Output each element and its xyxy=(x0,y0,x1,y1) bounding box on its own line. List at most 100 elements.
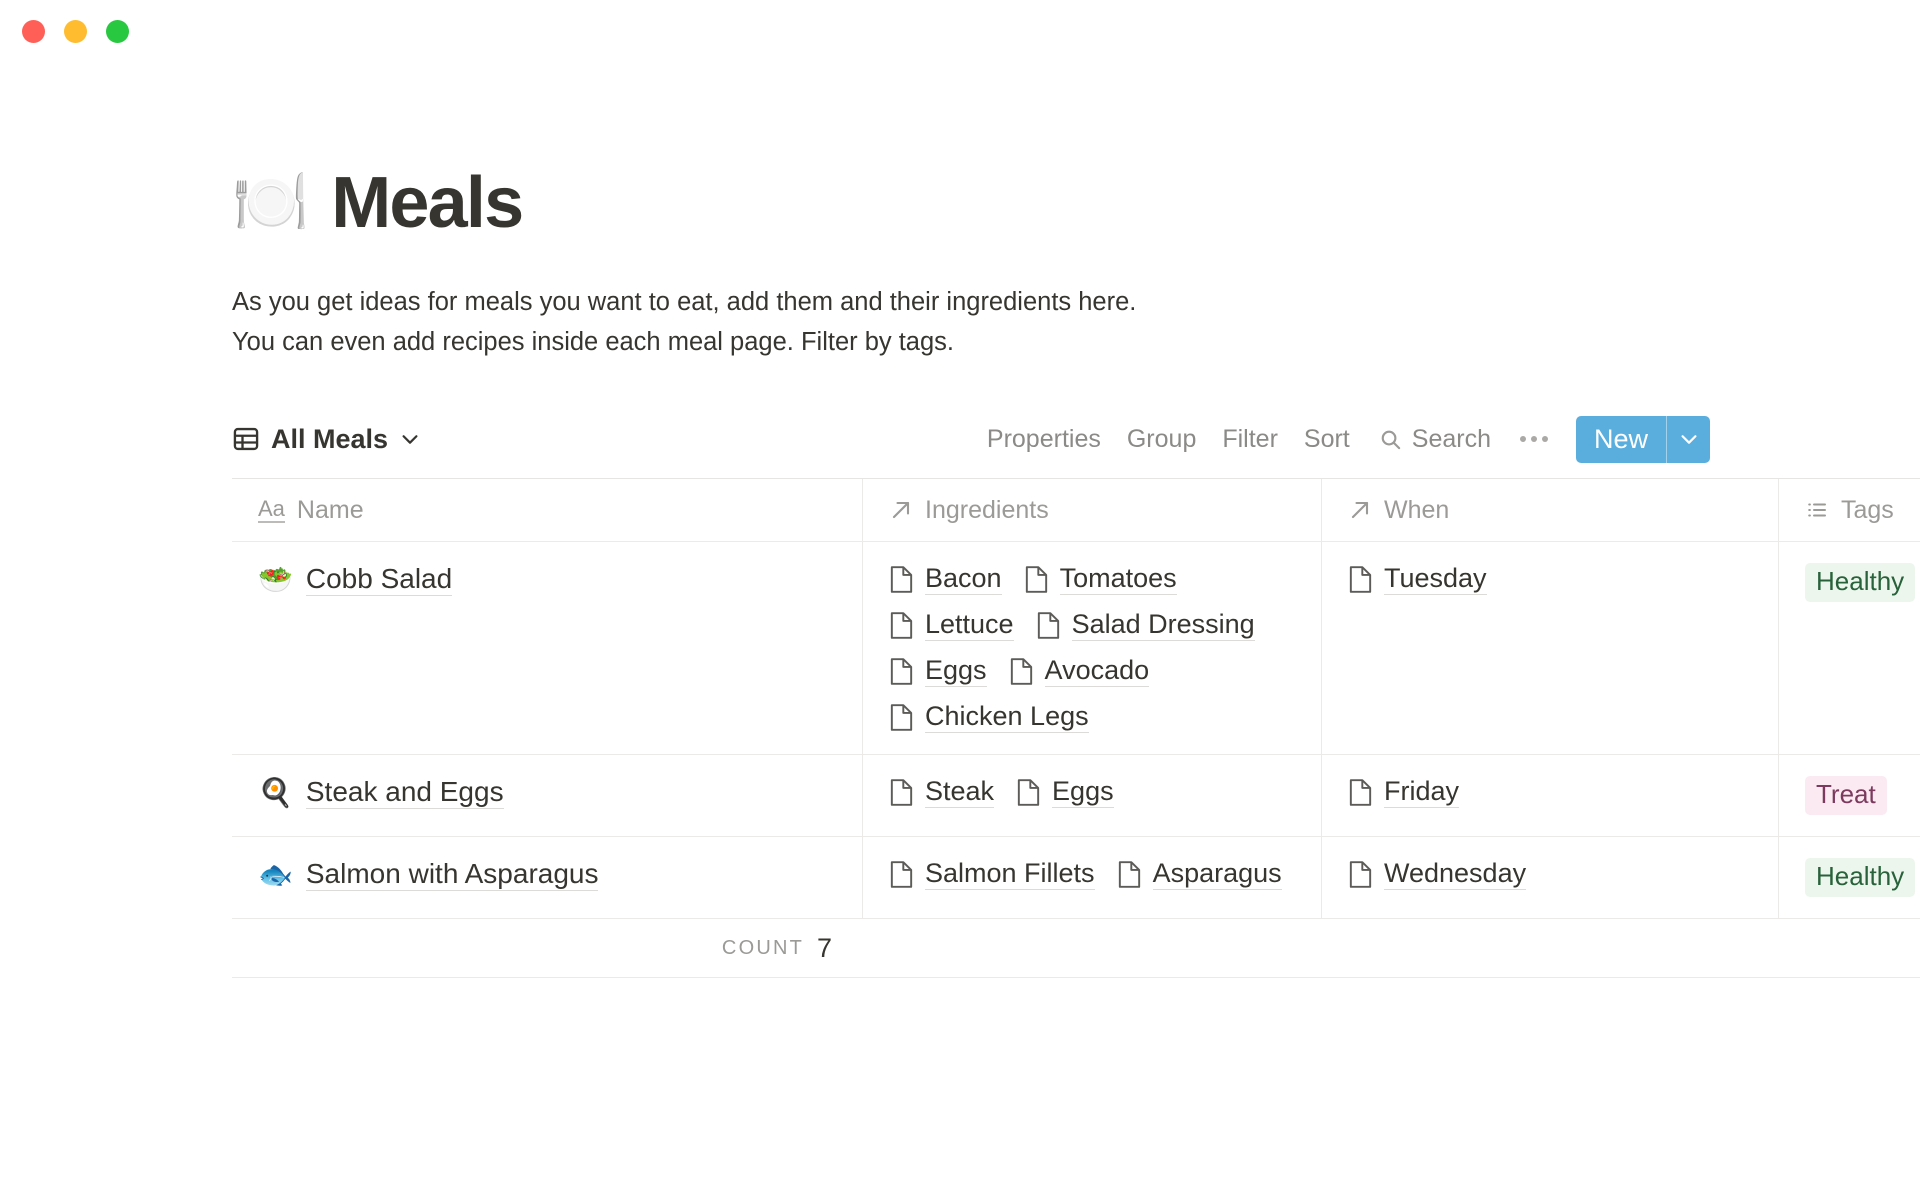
relation-item[interactable]: Chicken Legs xyxy=(889,701,1089,734)
column-header-name[interactable]: Aa Name xyxy=(232,479,863,542)
relation-item-label[interactable]: Eggs xyxy=(925,655,987,688)
meal-name-link[interactable]: Steak and Eggs xyxy=(305,776,504,810)
relation-item-label[interactable]: Asparagus xyxy=(1152,858,1282,891)
page-title: Meals xyxy=(331,163,524,243)
relation-arrow-icon xyxy=(1348,498,1372,522)
relation-item[interactable]: Lettuce xyxy=(889,609,1014,642)
page-icon xyxy=(889,611,914,640)
search-button[interactable]: Search xyxy=(1363,421,1504,458)
column-header-ingredients[interactable]: Ingredients xyxy=(863,479,1322,542)
relation-item[interactable]: Friday xyxy=(1348,776,1460,809)
title-aa-icon: Aa xyxy=(258,497,285,524)
database-toolbar: All Meals Properties Group Filter Sort S xyxy=(232,410,1920,468)
maximize-button[interactable] xyxy=(106,19,129,43)
cell-ingredients: Steak Eggs xyxy=(863,755,1322,837)
count-summary[interactable]: Count 7 xyxy=(232,919,1322,977)
relation-item-label[interactable]: Tomatoes xyxy=(1059,563,1177,596)
table-row[interactable]: 🍳 Steak and Eggs Steak Eggs Friday Treat xyxy=(232,755,1920,838)
search-label: Search xyxy=(1411,424,1491,453)
relation-item-label[interactable]: Tuesday xyxy=(1384,563,1487,596)
close-button[interactable] xyxy=(22,19,45,43)
page-description-line-1: As you get ideas for meals you want to e… xyxy=(232,288,1137,316)
relation-item[interactable]: Salmon Fillets xyxy=(889,858,1095,891)
row-emoji-icon: 🥗 xyxy=(258,563,293,595)
column-header-tags[interactable]: Tags xyxy=(1779,479,1920,541)
relation-item[interactable]: Asparagus xyxy=(1117,858,1282,891)
new-button-dropdown[interactable] xyxy=(1667,416,1710,463)
relation-item-label[interactable]: Bacon xyxy=(925,563,1002,596)
chevron-down-icon xyxy=(1678,428,1700,450)
relation-item-label[interactable]: Chicken Legs xyxy=(925,701,1089,734)
meal-name-link[interactable]: Cobb Salad xyxy=(305,563,453,597)
relation-item-label[interactable]: Steak xyxy=(925,776,995,809)
relation-item-label[interactable]: Avocado xyxy=(1044,655,1150,688)
relation-item[interactable]: Salad Dressing xyxy=(1036,609,1255,642)
filter-button[interactable]: Filter xyxy=(1209,421,1291,458)
new-button[interactable]: New xyxy=(1575,415,1710,463)
chevron-down-icon xyxy=(399,428,421,450)
toolbar-actions: Properties Group Filter Sort Search New xyxy=(974,415,1710,463)
page-icon xyxy=(889,860,914,889)
new-button-label: New xyxy=(1593,423,1648,454)
table-grid-icon xyxy=(232,425,260,453)
table-header-row: Aa Name Ingredients When Tags xyxy=(232,478,1920,543)
page-icon xyxy=(889,657,914,686)
column-header-label: Ingredients xyxy=(925,495,1049,524)
tag-badge[interactable]: Healthy xyxy=(1805,858,1916,898)
page-icon xyxy=(1348,778,1373,807)
page-description: As you get ideas for meals you want to e… xyxy=(232,283,1920,362)
page-icon xyxy=(1009,657,1034,686)
meal-name-link[interactable]: Salmon with Asparagus xyxy=(305,858,599,892)
tag-badge[interactable]: Treat xyxy=(1805,776,1887,816)
meals-table: Aa Name Ingredients When Tags 🥗 Cobb Sal… xyxy=(232,478,1920,979)
relation-item[interactable]: Eggs xyxy=(1016,776,1114,809)
cell-tags: Healthy xyxy=(1779,542,1920,754)
page-icon xyxy=(1016,778,1041,807)
column-header-when[interactable]: When xyxy=(1322,479,1779,542)
column-header-label: When xyxy=(1384,495,1450,524)
plate-fork-knife-icon[interactable]: 🍽️ xyxy=(232,172,309,234)
relation-item[interactable]: Tomatoes xyxy=(1024,563,1177,596)
relation-item-label[interactable]: Salad Dressing xyxy=(1071,609,1255,642)
table-body: 🥗 Cobb Salad Bacon Tomatoes Lettuce Salad Dre… xyxy=(232,542,1920,920)
relation-item[interactable]: Eggs xyxy=(889,655,987,688)
view-name: All Meals xyxy=(271,423,389,454)
page-icon xyxy=(889,703,914,732)
relation-arrow-icon xyxy=(889,498,913,522)
relation-item-label[interactable]: Friday xyxy=(1384,776,1460,809)
group-button[interactable]: Group xyxy=(1114,421,1209,458)
relation-item-label[interactable]: Wednesday xyxy=(1384,858,1527,891)
minimize-button[interactable] xyxy=(64,19,87,43)
column-header-label: Tags xyxy=(1841,495,1894,524)
search-icon xyxy=(1379,428,1402,451)
relation-item[interactable]: Steak xyxy=(889,776,995,809)
page-icon xyxy=(1024,565,1049,594)
table-row[interactable]: 🐟 Salmon with Asparagus Salmon Fillets Aspa… xyxy=(232,837,1920,920)
relation-item-label[interactable]: Eggs xyxy=(1052,776,1114,809)
cell-when: Tuesday xyxy=(1322,542,1779,755)
sort-button[interactable]: Sort xyxy=(1291,421,1363,458)
view-selector[interactable]: All Meals xyxy=(232,424,421,455)
relation-item[interactable]: Bacon xyxy=(889,563,1002,596)
column-header-label: Name xyxy=(296,495,364,524)
page-content: 🍽️ Meals As you get ideas for meals you … xyxy=(0,163,1920,979)
relation-item-label[interactable]: Lettuce xyxy=(925,609,1014,642)
cell-when: Wednesday xyxy=(1322,837,1779,919)
cell-tags: Treat xyxy=(1779,755,1920,836)
cell-ingredients: Bacon Tomatoes Lettuce Salad Dressing Eggs Av… xyxy=(863,542,1322,755)
cell-ingredients: Salmon Fillets Asparagus xyxy=(863,837,1322,919)
window-controls xyxy=(22,19,129,43)
cell-name: 🍳 Steak and Eggs xyxy=(232,755,863,837)
page-icon xyxy=(889,778,914,807)
page-description-line-2: You can even add recipes inside each mea… xyxy=(232,327,955,356)
relation-item[interactable]: Wednesday xyxy=(1348,858,1527,891)
tag-badge[interactable]: Healthy xyxy=(1805,563,1916,603)
ellipsis-icon[interactable] xyxy=(1504,432,1564,446)
relation-item[interactable]: Tuesday xyxy=(1348,563,1487,596)
cell-name: 🐟 Salmon with Asparagus xyxy=(232,837,863,919)
properties-button[interactable]: Properties xyxy=(974,421,1114,458)
table-row[interactable]: 🥗 Cobb Salad Bacon Tomatoes Lettuce Salad Dre… xyxy=(232,542,1920,756)
relation-item[interactable]: Avocado xyxy=(1009,655,1150,688)
cell-name: 🥗 Cobb Salad xyxy=(232,542,863,755)
relation-item-label[interactable]: Salmon Fillets xyxy=(925,858,1095,891)
